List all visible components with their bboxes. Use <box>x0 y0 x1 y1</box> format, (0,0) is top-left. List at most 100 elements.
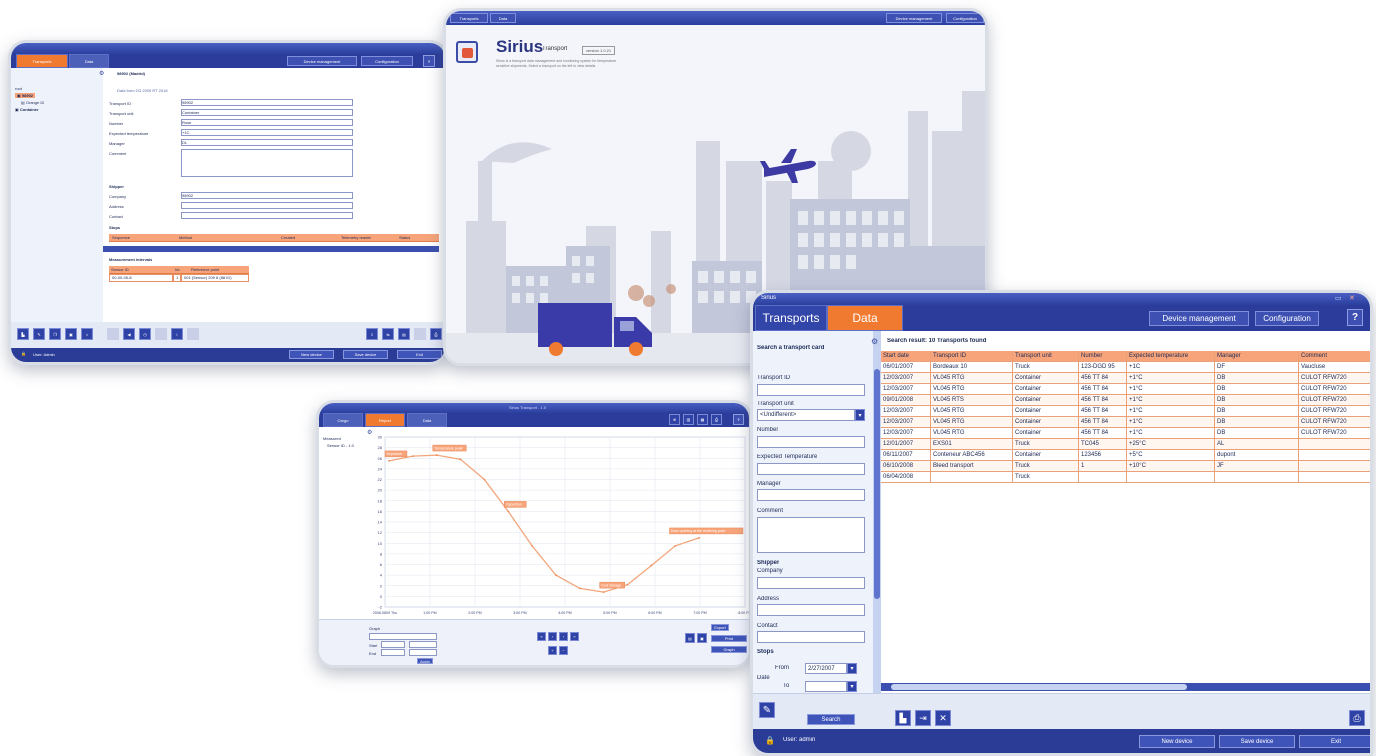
column-header[interactable]: Comment <box>1299 351 1370 362</box>
copy-icon[interactable]: ❐ <box>49 328 61 340</box>
tree-item-sensor[interactable]: ▤ Orange ID <box>21 100 44 105</box>
table-icon[interactable]: ▦ <box>697 414 708 425</box>
minimize-icon[interactable]: ▭ <box>1335 294 1342 302</box>
table-row[interactable]: 06/11/2007 Conteneur ABC456 Container 12345… <box>881 450 1370 461</box>
chevron-down-icon[interactable]: ▾ <box>855 409 865 421</box>
nav-data-button[interactable]: Data <box>490 13 516 23</box>
table-row[interactable]: 12/03/2007 VL045 RTG Container 456 TT 84 +1°… <box>881 373 1370 384</box>
first-icon[interactable]: « <box>537 632 546 641</box>
comment-field[interactable] <box>181 149 353 177</box>
new-device-button[interactable]: New device <box>1139 735 1215 748</box>
from-date-input[interactable]: 2/27/2007 <box>805 663 847 674</box>
last-icon[interactable]: » <box>570 632 579 641</box>
address-input[interactable] <box>757 604 865 616</box>
scrollbar-thumb[interactable] <box>874 369 880 599</box>
edit-icon[interactable]: ✎ <box>759 702 775 718</box>
home-icon[interactable]: ⌂ <box>81 328 93 340</box>
export-icon[interactable]: ⎙ <box>430 328 442 340</box>
column-header[interactable]: Start date <box>881 351 931 362</box>
search-panel-scrollbar[interactable] <box>873 331 881 699</box>
new-icon[interactable]: ▙ <box>17 328 29 340</box>
tab-cargo[interactable]: Cargo <box>323 413 363 427</box>
company-field[interactable]: 98902 <box>181 192 353 199</box>
table-cell[interactable]: 1 <box>173 274 181 282</box>
horizontal-scrollbar[interactable] <box>103 246 439 252</box>
contact-field[interactable] <box>181 212 353 219</box>
address-field[interactable] <box>181 202 353 209</box>
settings-icon[interactable]: ⚙ <box>871 337 878 346</box>
help-button[interactable]: ? <box>423 55 435 67</box>
number-field[interactable]: Rose <box>181 119 353 126</box>
tab-report[interactable]: Report <box>365 413 405 427</box>
tree-item-container[interactable]: ▣ Container <box>15 107 39 112</box>
print-button[interactable]: Print <box>711 635 747 642</box>
tree-item-sensor[interactable]: Sensor ID - 1.0 <box>327 443 354 448</box>
comment-input[interactable] <box>757 517 865 553</box>
table-row[interactable]: 12/03/2007 VL045 RTG Container 456 TT 84 +1°… <box>881 384 1370 395</box>
transfer-icon[interactable]: ⇆ <box>382 328 394 340</box>
report-icon[interactable]: ▤ <box>685 633 695 643</box>
column-header[interactable]: Transport unit <box>1013 351 1079 362</box>
exit-button[interactable]: Exit <box>397 350 442 359</box>
configuration-button[interactable]: Configuration <box>361 56 413 66</box>
help-button[interactable]: ? <box>733 414 744 425</box>
next-icon[interactable]: › <box>559 632 568 641</box>
nav-transports-button[interactable]: Transports <box>450 13 488 23</box>
tree-item-root[interactable]: root <box>15 86 22 91</box>
manager-input[interactable] <box>757 489 865 501</box>
number-input[interactable] <box>757 436 865 448</box>
table-row[interactable]: 06/04/2008 Truck <box>881 472 1370 483</box>
tab-data[interactable]: Data <box>69 54 109 68</box>
tab-transports[interactable]: Transports <box>755 305 827 331</box>
tab-data[interactable]: Data <box>827 305 903 331</box>
device-management-button[interactable]: Device management <box>886 13 942 23</box>
print-icon[interactable]: ⎙ <box>1349 710 1365 726</box>
delete-icon[interactable]: ✕ <box>935 710 951 726</box>
expected-temperature-field[interactable]: +1C <box>181 129 353 136</box>
chart-icon[interactable]: ▥ <box>683 414 694 425</box>
transport-unit-field[interactable]: Container <box>181 109 353 116</box>
column-header[interactable]: Number <box>1079 351 1127 362</box>
clock-icon[interactable]: ◷ <box>139 328 151 340</box>
graph-button[interactable]: Graph <box>711 646 747 653</box>
back-icon[interactable]: ◀ <box>123 328 135 340</box>
table-row[interactable]: 12/03/2007 VL045 RTG Container 456 TT 84 +1°… <box>881 406 1370 417</box>
transport-id-field[interactable]: 98902 <box>181 99 353 106</box>
scrollbar-thumb[interactable] <box>891 684 1187 690</box>
exit-button[interactable]: Exit <box>1299 735 1370 748</box>
calendar-dropdown-icon[interactable]: ▾ <box>847 681 857 692</box>
settings-icon[interactable]: ⚙ <box>99 70 104 77</box>
expected-temperature-input[interactable] <box>757 463 865 475</box>
lock-icon[interactable]: ▣ <box>65 328 77 340</box>
zoom-out-icon[interactable]: − <box>559 646 568 655</box>
company-input[interactable] <box>757 577 865 589</box>
download-icon[interactable]: ⇩ <box>366 328 378 340</box>
table-row[interactable]: 09/01/2008 VL045 RTS Container 456 TT 84 +1°… <box>881 395 1370 406</box>
configuration-button[interactable]: Configuration <box>1255 311 1319 326</box>
tree-item-measured[interactable]: Measured <box>323 436 341 441</box>
calendar-dropdown-icon[interactable]: ▾ <box>847 663 857 674</box>
new-device-button[interactable]: New device <box>289 350 334 359</box>
end-date-field[interactable] <box>381 649 405 656</box>
tab-data[interactable]: Data <box>407 413 447 427</box>
new-icon[interactable]: ▙ <box>895 710 911 726</box>
info-icon[interactable]: i <box>171 328 183 340</box>
tree-item-transport[interactable]: ▣ 98902 <box>15 93 36 98</box>
table-cell[interactable]: 00-00-05-8 <box>109 274 173 282</box>
table-cell[interactable]: 001 (Sensor) 209 8 (88 ID) <box>181 274 249 282</box>
transport-unit-select[interactable]: <Undifferent> <box>757 409 855 421</box>
graph-select[interactable] <box>369 633 437 640</box>
table-row[interactable]: 12/03/2007 VL045 RTG Container 456 TT 84 +1°… <box>881 428 1370 439</box>
manager-field[interactable]: DL <box>181 139 353 146</box>
close-icon[interactable]: ✕ <box>1349 294 1355 302</box>
table-row[interactable]: 12/03/2007 VL045 RTG Container 456 TT 84 +1°… <box>881 417 1370 428</box>
zoom-icon[interactable]: ⊕ <box>669 414 680 425</box>
start-time-field[interactable] <box>409 641 437 648</box>
save-device-button[interactable]: Save device <box>343 350 388 359</box>
configuration-button[interactable]: Configuration <box>946 13 984 23</box>
column-header[interactable]: Transport ID <box>931 351 1013 362</box>
table-row[interactable]: 12/01/2007 EXS01 Truck TC045 +25°C AL <box>881 439 1370 450</box>
prev-icon[interactable]: ‹ <box>548 632 557 641</box>
contact-input[interactable] <box>757 631 865 643</box>
table-row[interactable]: 06/10/2008 Bleed transport Truck 1 +10°C JF <box>881 461 1370 472</box>
